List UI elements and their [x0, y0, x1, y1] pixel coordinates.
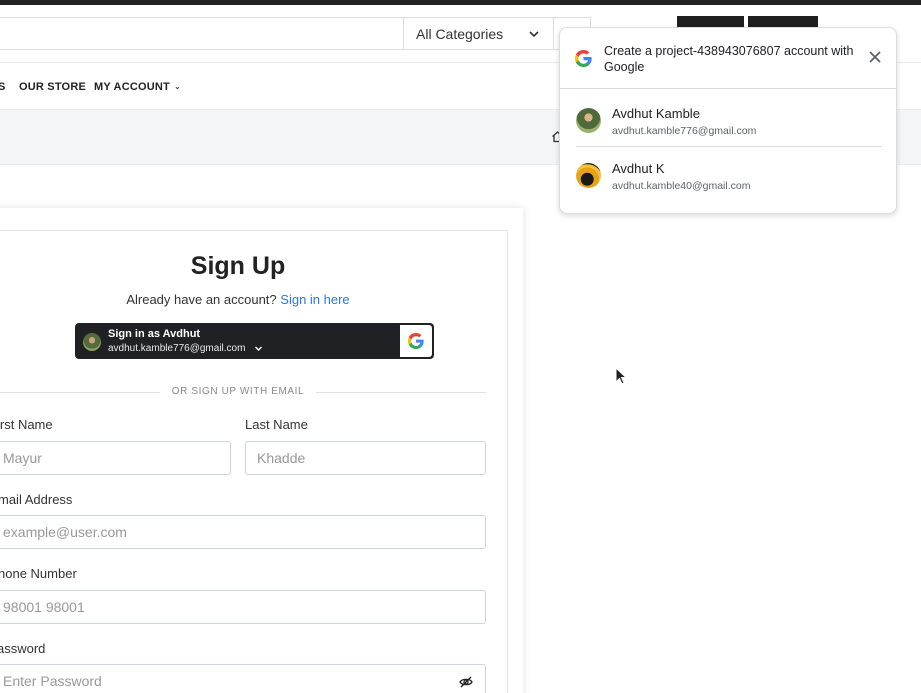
already-account-label: Already have an account?	[126, 292, 277, 307]
nav-item-our-store[interactable]: OUR STORE	[19, 81, 86, 93]
google-button-email-row: avdhut.kamble776@gmail.com	[108, 343, 263, 354]
nav-item-partial[interactable]: S	[0, 81, 6, 93]
first-name-placeholder: Mayur	[3, 450, 42, 466]
google-logo-icon	[400, 325, 432, 357]
email-field[interactable]: example@user.com	[0, 515, 486, 549]
account-email: avdhut.kamble40@gmail.com	[612, 180, 751, 192]
close-icon[interactable]	[868, 50, 882, 64]
password-field[interactable]: Enter Password	[0, 664, 486, 693]
search-input[interactable]	[0, 17, 404, 50]
account-email: avdhut.kamble776@gmail.com	[612, 125, 757, 137]
divider-right	[316, 392, 486, 393]
avatar	[576, 108, 601, 133]
divider-text: OR SIGN UP WITH EMAIL	[168, 386, 308, 397]
caret-down-icon: ⌄	[173, 82, 181, 91]
email-placeholder: example@user.com	[3, 524, 127, 540]
google-sign-in-button[interactable]: Sign in as Avdhut avdhut.kamble776@gmail…	[75, 323, 434, 359]
top-bar	[0, 0, 921, 5]
google-account-chooser: Create a project-438943076807 account wi…	[559, 27, 897, 214]
already-account-text: Already have an account? Sign in here	[0, 292, 476, 307]
avatar	[83, 333, 101, 351]
eye-off-icon[interactable]	[459, 675, 473, 689]
signup-title: Sign Up	[190, 252, 286, 280]
chevron-down-icon	[255, 346, 263, 351]
account-name: Avdhut K	[612, 161, 665, 176]
account-option[interactable]: Avdhut K avdhut.kamble40@gmail.com	[560, 147, 896, 201]
password-label: assword	[0, 641, 46, 656]
first-name-input[interactable]: Mayur	[0, 441, 231, 475]
chevron-down-icon	[529, 31, 539, 38]
account-option[interactable]: Avdhut Kamble avdhut.kamble776@gmail.com	[560, 92, 896, 146]
mouse-cursor-icon	[615, 367, 627, 385]
nav-item-my-account[interactable]: MY ACCOUNT ⌄	[94, 81, 181, 93]
google-button-email: avdhut.kamble776@gmail.com	[108, 343, 246, 354]
category-select[interactable]: All Categories	[403, 17, 554, 50]
password-placeholder: Enter Password	[3, 673, 102, 689]
avatar	[576, 163, 601, 188]
phone-label: hone Number	[0, 566, 77, 581]
google-button-name: Sign in as Avdhut	[108, 328, 201, 340]
last-name-input[interactable]: Khadde	[245, 441, 486, 475]
email-label: mail Address	[0, 492, 73, 507]
last-name-placeholder: Khadde	[257, 450, 306, 466]
category-select-value: All Categories	[416, 26, 504, 42]
nav-item-my-account-label: MY ACCOUNT	[94, 81, 170, 93]
sign-in-link[interactable]: Sign in here	[280, 292, 349, 307]
phone-placeholder: 98001 98001	[3, 599, 85, 615]
google-logo-icon	[575, 50, 592, 67]
first-name-label: irst Name	[0, 417, 53, 432]
divider-left	[0, 392, 160, 393]
phone-field[interactable]: 98001 98001	[0, 590, 486, 624]
popup-divider	[560, 88, 896, 89]
last-name-label: Last Name	[245, 417, 308, 432]
popup-title: Create a project-438943076807 account wi…	[604, 44, 854, 74]
account-name: Avdhut Kamble	[612, 106, 700, 121]
